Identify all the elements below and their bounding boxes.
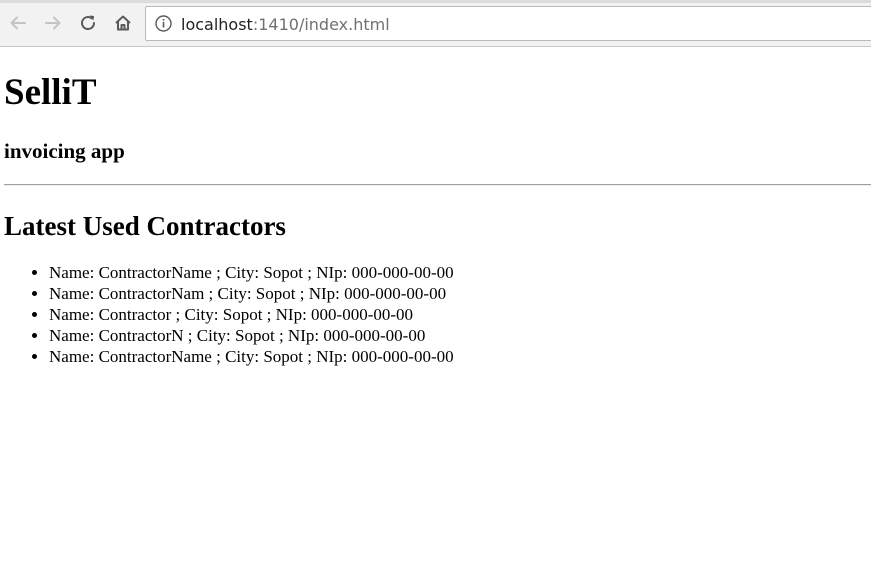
contractor-list: Name: ContractorName ; City: Sopot ; NIp…	[0, 262, 454, 367]
url-text[interactable]: localhost:1410/index.html	[181, 15, 390, 34]
reload-icon	[81, 15, 96, 30]
back-arrow-icon	[10, 16, 26, 30]
home-icon	[115, 15, 131, 31]
page-subtitle: invoicing app	[4, 139, 125, 163]
url-path: :1410/index.html	[252, 15, 390, 34]
forward-button[interactable]	[41, 11, 65, 35]
page-title: SelliT	[4, 72, 97, 113]
browser-toolbar: localhost:1410/index.html	[0, 0, 871, 47]
back-button[interactable]	[6, 11, 30, 35]
list-item: Name: ContractorN ; City: Sopot ; NIp: 0…	[49, 325, 454, 346]
forward-arrow-icon	[45, 16, 61, 30]
list-item: Name: ContractorName ; City: Sopot ; NIp…	[49, 346, 454, 367]
section-heading: Latest Used Contractors	[4, 211, 286, 241]
list-item: Name: ContractorName ; City: Sopot ; NIp…	[49, 262, 454, 283]
home-button[interactable]	[111, 11, 135, 35]
list-item: Name: Contractor ; City: Sopot ; NIp: 00…	[49, 304, 454, 325]
address-bar[interactable]: localhost:1410/index.html	[145, 6, 871, 41]
horizontal-rule	[4, 184, 871, 186]
page-content: SelliT invoicing app Latest Used Contrac…	[0, 47, 871, 573]
url-host: localhost	[181, 15, 253, 34]
reload-button[interactable]	[76, 11, 100, 35]
list-item: Name: ContractorNam ; City: Sopot ; NIp:…	[49, 283, 454, 304]
info-icon[interactable]	[155, 15, 172, 32]
tab-strip-edge	[0, 0, 871, 3]
